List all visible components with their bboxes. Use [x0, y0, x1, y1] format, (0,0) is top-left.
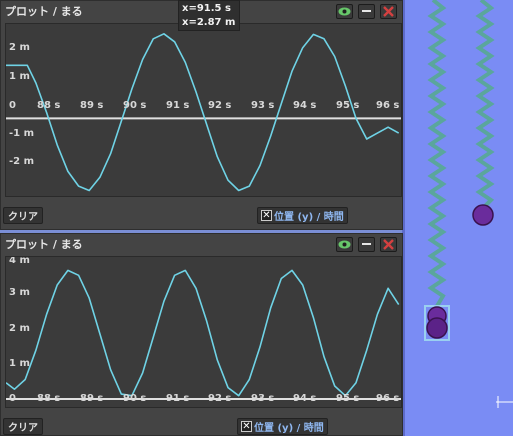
spring-right [475, 0, 495, 210]
x-tick-label: 89 s [80, 100, 104, 111]
x-tick-label: 91 s [166, 100, 190, 111]
panel-title: プロット / まる [5, 238, 83, 251]
eye-button[interactable] [336, 4, 353, 19]
series-line [6, 33, 400, 192]
mass-left-shadow [426, 317, 448, 339]
legend-label: 位置 (y) / 時間 [254, 423, 324, 434]
x-tick-label: 88 s [37, 393, 61, 404]
x-tick-label: 95 s [336, 393, 360, 404]
x-tick-label: 92 s [208, 100, 232, 111]
y-tick-label: 3 m [9, 287, 30, 298]
hover-tooltip: x=91.5 s x=2.87 m [178, 0, 240, 31]
y-tick-label: 0 [9, 100, 16, 111]
plot-panel-2[interactable]: プロット / まる 4 m 3 m 2 m 1 m 0 88 s 89 s 90… [0, 233, 403, 436]
plot-area-1[interactable]: 2 m 1 m 0 -1 m -2 m 88 s 89 s 90 s 91 s … [5, 23, 402, 197]
y-tick-label: 2 m [9, 323, 30, 334]
minimize-button[interactable] [358, 237, 375, 252]
checkbox-icon[interactable]: ✕ [261, 210, 272, 221]
mass-right [472, 204, 494, 226]
eye-icon [338, 240, 351, 249]
x-tick-label: 92 s [208, 393, 232, 404]
x-tick-label: 94 s [293, 100, 317, 111]
x-tick-label: 95 s [336, 100, 360, 111]
plot-panel-1[interactable]: プロット / まる 2 m 1 m 0 -1 m -2 m 88 s 89 s … [0, 0, 403, 230]
eye-button[interactable] [336, 237, 353, 252]
minimize-icon [362, 243, 371, 245]
y-tick-label: 0 [9, 393, 16, 404]
x-tick-label: 91 s [166, 393, 190, 404]
x-tick-label: 96 s [376, 100, 400, 111]
x-tick-label: 88 s [37, 100, 61, 111]
checkbox-icon[interactable]: ✕ [241, 421, 252, 432]
clear-button[interactable]: クリア [3, 418, 43, 435]
minimize-icon [362, 10, 371, 12]
close-button[interactable] [380, 237, 397, 252]
x-tick-label: 90 s [123, 100, 147, 111]
y-tick-label: 4 m [9, 256, 30, 266]
simulation-canvas[interactable] [403, 0, 513, 436]
spring-left [427, 0, 447, 308]
y-tick-label: -2 m [9, 156, 35, 167]
close-icon [383, 239, 394, 250]
eye-icon [338, 7, 351, 16]
y-tick-label: 1 m [9, 71, 30, 82]
x-tick-label: 96 s [376, 393, 400, 404]
legend-label: 位置 (y) / 時間 [274, 212, 344, 223]
minimize-button[interactable] [358, 4, 375, 19]
panel-title: プロット / まる [5, 5, 83, 18]
y-tick-label: 1 m [9, 358, 30, 369]
tooltip-x: x=91.5 s [182, 3, 231, 14]
x-tick-label: 94 s [293, 393, 317, 404]
y-tick-label: -1 m [9, 128, 35, 139]
x-tick-label: 93 s [251, 393, 275, 404]
series-line [6, 269, 400, 397]
plot-area-2[interactable]: 4 m 3 m 2 m 1 m 0 88 s 89 s 90 s 91 s 92… [5, 256, 402, 408]
tooltip-y: x=2.87 m [182, 17, 236, 28]
close-button[interactable] [380, 4, 397, 19]
clear-button[interactable]: クリア [3, 207, 43, 224]
y-tick-label: 2 m [9, 42, 30, 53]
legend-toggle[interactable]: ✕ 位置 (y) / 時間 [237, 418, 328, 435]
close-icon [383, 6, 394, 17]
legend-toggle[interactable]: ✕ 位置 (y) / 時間 [257, 207, 348, 224]
x-tick-label: 90 s [123, 393, 147, 404]
x-tick-label: 93 s [251, 100, 275, 111]
x-tick-label: 89 s [80, 393, 104, 404]
line-chart-2 [6, 269, 401, 400]
